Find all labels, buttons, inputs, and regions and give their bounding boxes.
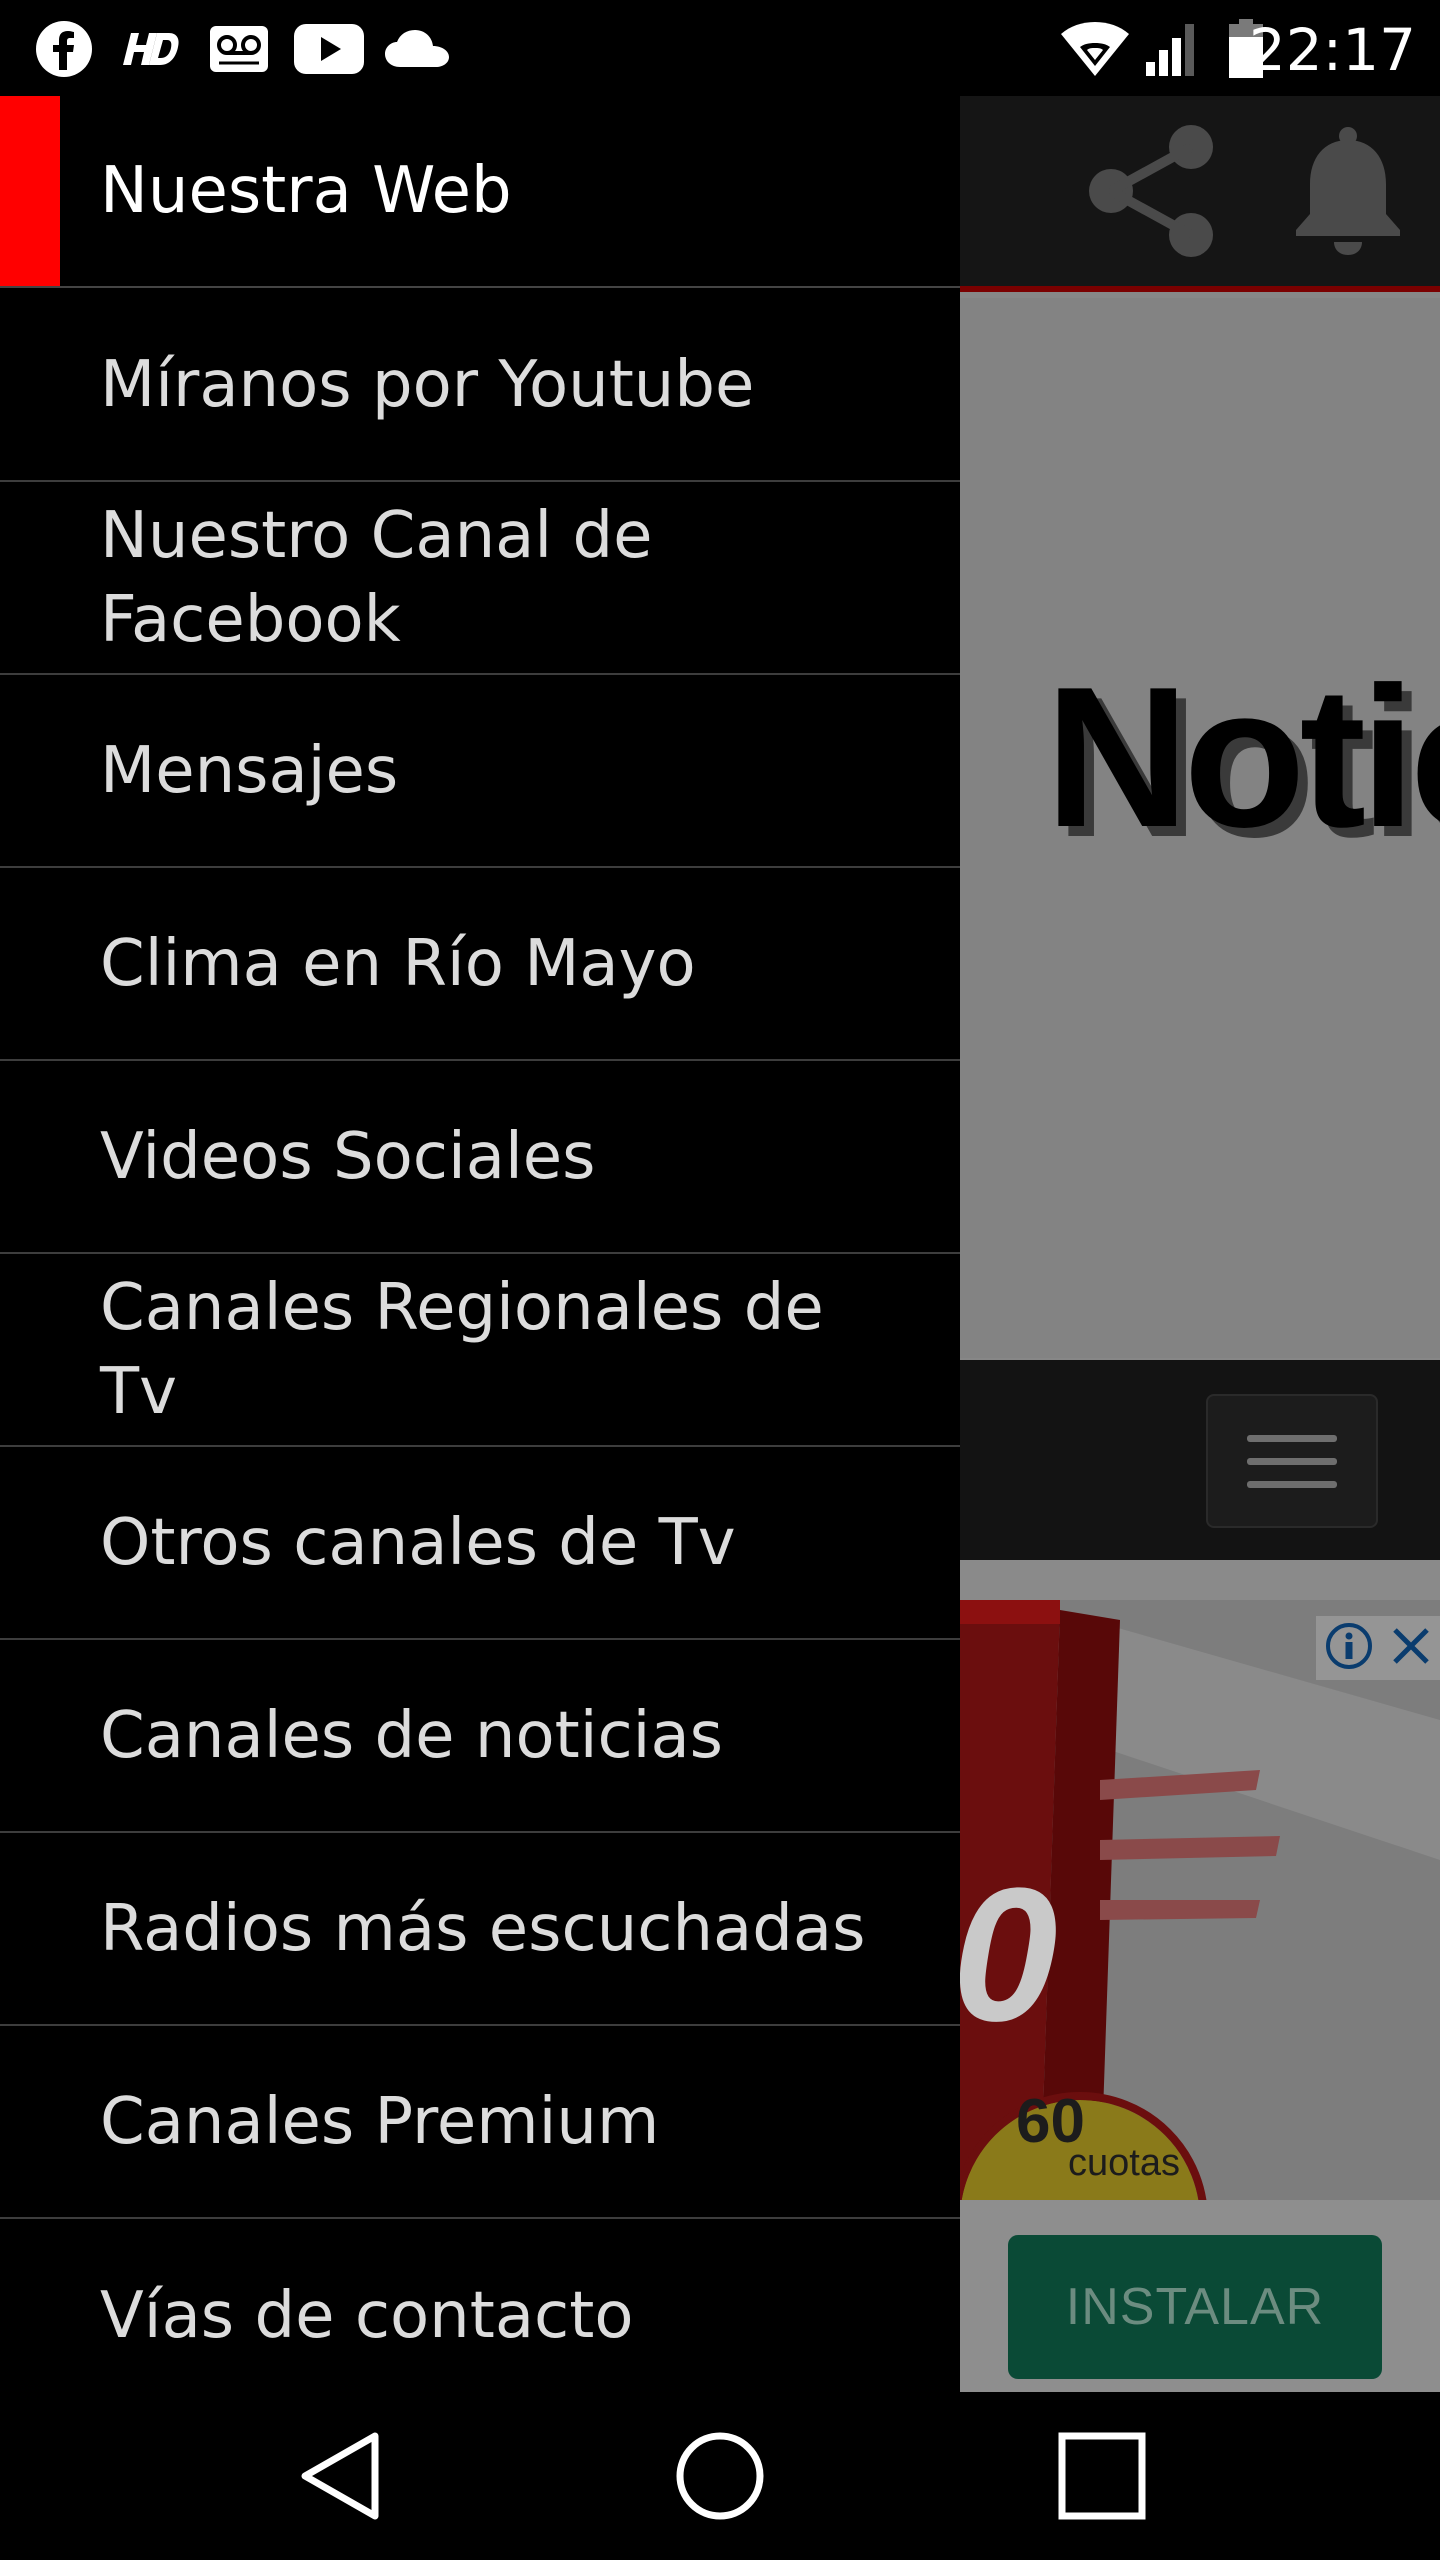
drawer-item-label: Otros canales de Tv (100, 1505, 736, 1580)
status-bar: 22:17 (0, 0, 1440, 96)
drawer-item-label: Clima en Río Mayo (100, 926, 696, 1001)
hamburger-menu-icon[interactable] (1206, 1394, 1378, 1528)
drawer-item-label: Nuestro Canal de Facebook (100, 498, 653, 657)
install-button[interactable]: INSTALAR (1008, 2235, 1382, 2379)
ad-price-text: cuotas (1068, 2142, 1180, 2184)
navigation-drawer: Nuestra Web Míranos por Youtube Nuestro … (0, 96, 960, 2392)
bell-icon[interactable] (1288, 126, 1408, 256)
banner-title: Notic (1045, 646, 1440, 869)
drawer-item-canales-regionales[interactable]: Canales Regionales de Tv (0, 1254, 960, 1447)
drawer-item-label: Vías de contacto (100, 2278, 634, 2353)
selected-indicator (0, 96, 60, 286)
drawer-item-youtube[interactable]: Míranos por Youtube (0, 289, 960, 482)
drawer-item-otros-canales[interactable]: Otros canales de Tv (0, 1447, 960, 1640)
drawer-item-label: Canales Regionales de Tv (100, 1270, 824, 1429)
drawer-item-label: Canales Premium (100, 2084, 660, 2159)
back-icon[interactable] (285, 2426, 395, 2526)
signal-icon (1144, 18, 1204, 80)
system-navigation-bar (0, 2392, 1440, 2560)
drawer-item-videos-sociales[interactable]: Videos Sociales (0, 1061, 960, 1254)
drawer-item-label: Videos Sociales (100, 1119, 596, 1194)
drawer-item-canales-noticias[interactable]: Canales de noticias (0, 1640, 960, 1833)
share-icon[interactable] (1085, 121, 1217, 261)
ad-controls (1316, 1616, 1440, 1680)
home-icon[interactable] (665, 2426, 775, 2526)
facebook-icon (34, 18, 94, 80)
drawer-item-radios[interactable]: Radios más escuchadas (0, 1833, 960, 2026)
ad-image[interactable]: 0 60 cuotas (960, 1600, 1440, 2200)
wifi-icon (1060, 18, 1130, 80)
recents-icon[interactable] (1047, 2426, 1157, 2526)
youtube-icon (294, 18, 364, 80)
drawer-item-label: Míranos por Youtube (100, 347, 755, 422)
info-icon[interactable] (1325, 1622, 1373, 1674)
drawer-item-label: Radios más escuchadas (100, 1891, 866, 1966)
drawer-item-contacto[interactable]: Vías de contacto (0, 2219, 960, 2392)
drawer-item-label: Canales de noticias (100, 1698, 723, 1773)
close-icon[interactable] (1391, 1626, 1431, 1670)
drawer-item-clima[interactable]: Clima en Río Mayo (0, 868, 960, 1061)
hd-icon (118, 18, 184, 80)
drawer-item-facebook[interactable]: Nuestro Canal de Facebook (0, 482, 960, 675)
cloud-icon (384, 18, 450, 80)
drawer-header[interactable]: Nuestra Web (0, 96, 960, 288)
voicemail-icon (208, 18, 270, 80)
drawer-item-mensajes[interactable]: Mensajes (0, 675, 960, 868)
clock: 22:17 (1248, 16, 1416, 84)
drawer-item-label: Mensajes (100, 733, 399, 808)
svg-text:0: 0 (960, 1849, 1058, 2061)
drawer-header-label: Nuestra Web (100, 154, 512, 228)
drawer-item-canales-premium[interactable]: Canales Premium (0, 2026, 960, 2219)
